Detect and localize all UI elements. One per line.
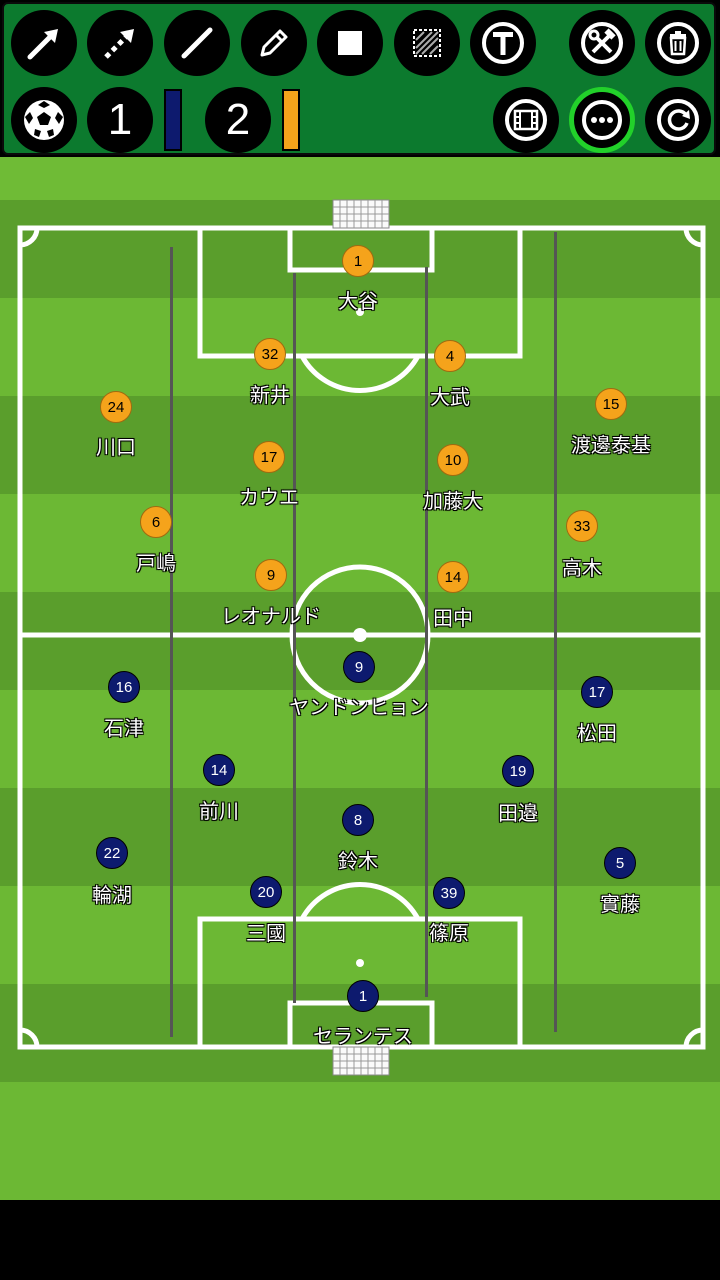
home-player-name: 大武 <box>430 385 470 409</box>
tools-menu-button[interactable] <box>569 10 635 76</box>
soccer-ball-icon <box>24 100 64 140</box>
lane-line[interactable] <box>293 273 296 1003</box>
away-player-marker[interactable]: 39 <box>433 877 465 909</box>
away-player-name: 松田 <box>577 721 617 745</box>
team1-button[interactable]: 1 <box>87 87 153 153</box>
home-player-name: 渡邊泰基 <box>571 433 651 457</box>
ball-button[interactable] <box>11 87 77 153</box>
home-player-marker[interactable]: 15 <box>595 388 627 420</box>
dashed-arrow-icon <box>104 29 134 59</box>
away-player-name: 實藤 <box>600 892 640 916</box>
home-player-name: 大谷 <box>338 289 378 313</box>
away-player-name: 篠原 <box>429 921 469 945</box>
home-player-marker[interactable]: 24 <box>100 391 132 423</box>
away-player-marker[interactable]: 9 <box>343 651 375 683</box>
away-player-name: 石津 <box>104 716 144 740</box>
home-player-marker[interactable]: 14 <box>437 561 469 593</box>
away-player-name: 三國 <box>246 921 286 945</box>
arrow-icon <box>27 29 58 60</box>
text-icon <box>482 22 524 64</box>
soccer-field[interactable]: 1 大谷 32 新井 4 大武 24 川口 15 渡邊泰基 17 カウエ 10 … <box>0 157 720 1200</box>
dashed-arrow-tool-button[interactable] <box>87 10 153 76</box>
away-player-name: ヤンドンヒョン <box>289 695 429 719</box>
home-player-marker[interactable]: 17 <box>253 441 285 473</box>
navigation-bar <box>0 1200 720 1280</box>
team2-color-swatch[interactable] <box>282 89 300 151</box>
home-player-marker[interactable]: 33 <box>566 510 598 542</box>
away-player-marker[interactable]: 22 <box>96 837 128 869</box>
more-options-button[interactable] <box>569 87 635 153</box>
lane-line[interactable] <box>170 247 173 1037</box>
home-player-name: 田中 <box>433 606 473 630</box>
delete-button[interactable] <box>645 10 711 76</box>
square-icon <box>338 31 362 55</box>
away-player-marker[interactable]: 16 <box>108 671 140 703</box>
lane-line[interactable] <box>425 267 428 997</box>
reset-button[interactable] <box>645 87 711 153</box>
away-player-name: 鈴木 <box>338 849 378 873</box>
lane-line[interactable] <box>554 232 557 1032</box>
away-player-name: セランテス <box>313 1024 413 1048</box>
away-player-marker[interactable]: 17 <box>581 676 613 708</box>
home-player-name: カウエ <box>239 485 299 509</box>
pencil-tool-button[interactable] <box>241 10 307 76</box>
team1-color-swatch[interactable] <box>164 89 182 151</box>
home-player-marker[interactable]: 32 <box>254 338 286 370</box>
away-player-name: 前川 <box>199 799 239 823</box>
home-player-marker[interactable]: 1 <box>342 245 374 277</box>
line-tool-button[interactable] <box>164 10 230 76</box>
home-player-name: 新井 <box>250 383 290 407</box>
away-player-marker[interactable]: 1 <box>347 980 379 1012</box>
away-player-marker[interactable]: 20 <box>250 876 282 908</box>
home-player-marker[interactable]: 4 <box>434 340 466 372</box>
more-dots-icon <box>582 100 622 140</box>
line-icon <box>181 27 213 59</box>
home-player-name: レオナルド <box>221 604 321 628</box>
team2-button[interactable]: 2 <box>205 87 271 153</box>
pencil-icon <box>260 29 288 57</box>
refresh-icon <box>657 99 699 141</box>
away-player-marker[interactable]: 5 <box>604 847 636 879</box>
hammer-wrench-icon <box>581 22 623 64</box>
home-player-name: 戸嶋 <box>136 551 176 575</box>
away-player-name: 輪湖 <box>92 883 132 907</box>
away-player-marker[interactable]: 19 <box>502 755 534 787</box>
home-player-name: 加藤大 <box>423 489 483 513</box>
home-player-marker[interactable]: 10 <box>437 444 469 476</box>
home-player-marker[interactable]: 9 <box>255 559 287 591</box>
text-tool-button[interactable] <box>470 10 536 76</box>
away-player-marker[interactable]: 8 <box>342 804 374 836</box>
home-player-name: 川口 <box>96 435 136 459</box>
away-player-marker[interactable]: 14 <box>203 754 235 786</box>
film-button[interactable] <box>493 87 559 153</box>
arrow-tool-button[interactable] <box>11 10 77 76</box>
area-select-tool-button[interactable] <box>394 10 460 76</box>
hatched-area-icon <box>413 29 441 57</box>
trash-icon <box>657 22 699 64</box>
toolbar: 1 2 <box>2 2 716 155</box>
home-player-marker[interactable]: 6 <box>140 506 172 538</box>
away-player-name: 田邉 <box>498 801 538 825</box>
film-icon <box>505 99 547 141</box>
home-player-name: 高木 <box>562 556 602 580</box>
rectangle-tool-button[interactable] <box>317 10 383 76</box>
